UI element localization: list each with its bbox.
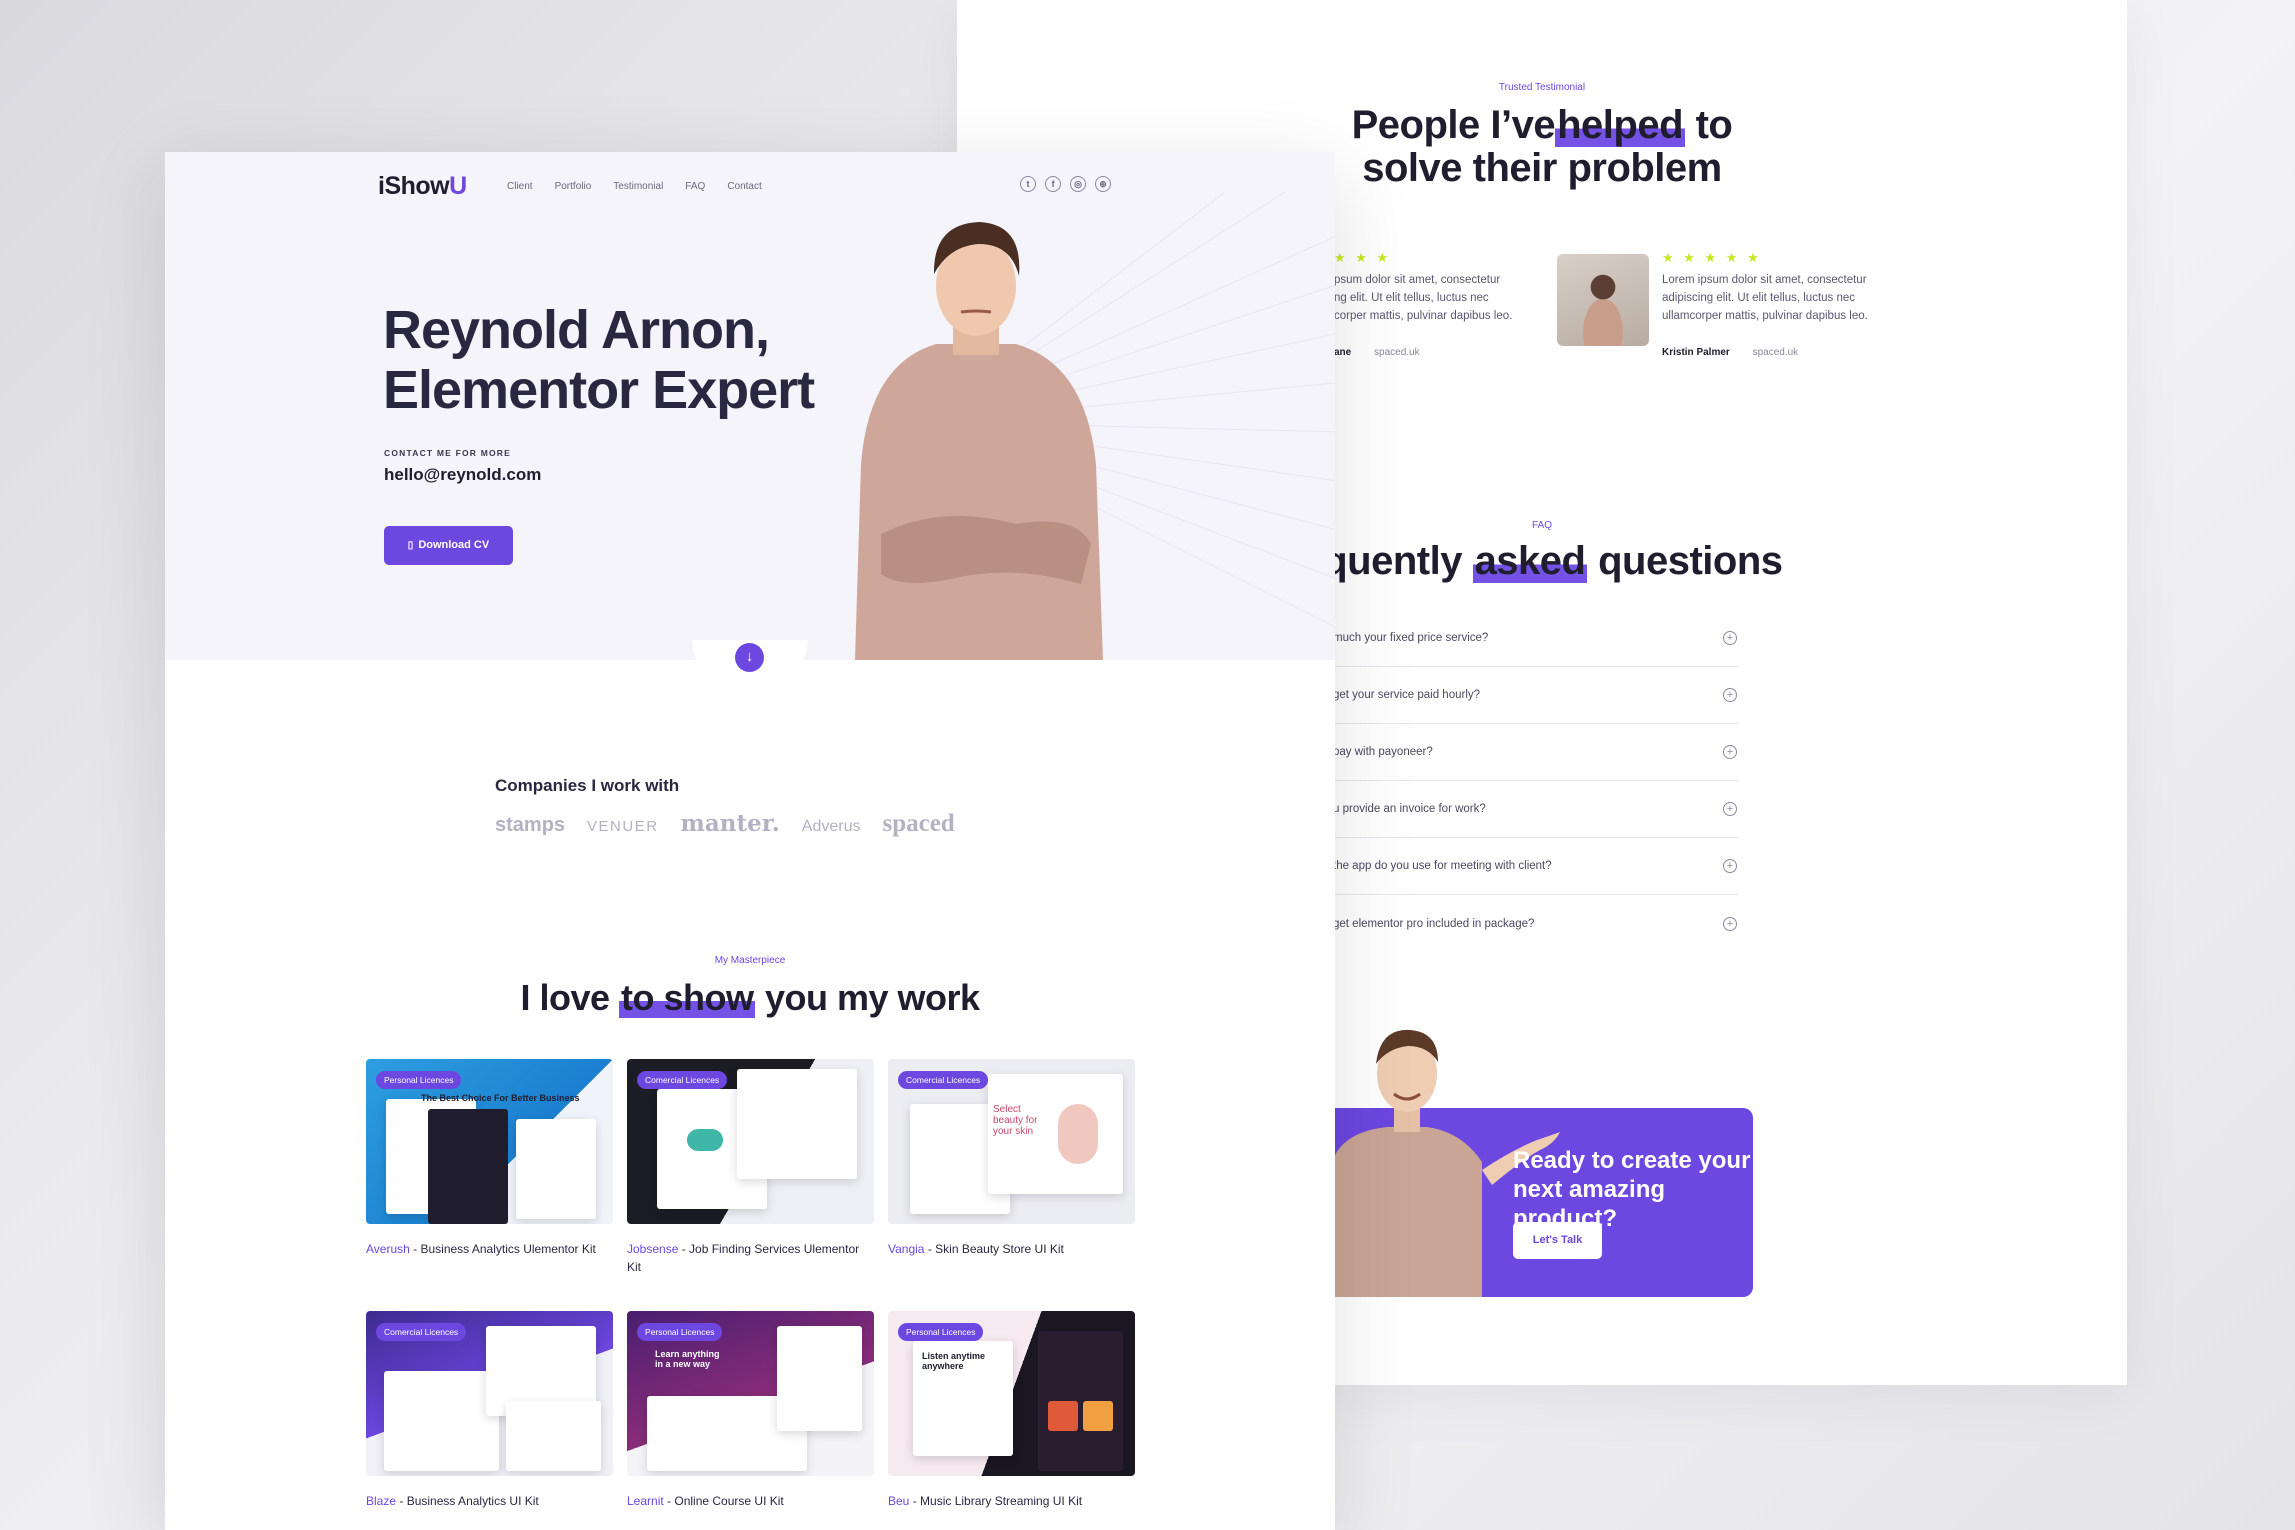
star-rating: ★ ★ ★ ★ ★ [1662,250,1762,265]
cta-title: Ready to create your next amazing produc… [1513,1147,1751,1232]
social-links: t f ◎ ⊕ [1020,176,1111,192]
faq-question: much your fixed price service? [1333,632,1489,644]
portfolio-card[interactable]: Comercial Licences Jobsense - Job Findin… [627,1059,874,1276]
venuer-logo: VENUER [587,818,659,835]
portfolio-thumbnail[interactable]: Comercial Licences [366,1311,613,1476]
testimonial-text: psum dolor sit amet, consectetur ng elit… [1334,274,1513,322]
nav-link-testimonial[interactable]: Testimonial [613,181,663,192]
testimonial-eyebrow: Trusted Testimonial [1498,82,1586,93]
license-badge: Comercial Licences [637,1071,728,1089]
portfolio-thumbnail[interactable]: Comercial Licences [627,1059,874,1224]
portfolio-card[interactable]: Listen anytime anywhere Personal Licence… [888,1311,1135,1510]
thumbnail-headline: Learn anything in a new way [655,1349,720,1369]
front-page: iShowU Client Portfolio Testimonial FAQ … [165,152,1335,1530]
faq-item[interactable]: get your service paid hourly? + [1333,667,1739,724]
site-logo[interactable]: iShowU [378,172,467,201]
testimonial-author: ane [1334,347,1352,359]
portfolio-caption: Learnit - Online Course UI Kit [627,1494,784,1508]
thumbnail-headline: Select beauty for your skin [993,1104,1038,1137]
nav-link-contact[interactable]: Contact [727,181,761,192]
hero-person-photo [855,222,1103,660]
faq-item[interactable]: pay with payoneer? + [1333,724,1739,781]
faq-item[interactable]: the app do you use for meeting with clie… [1333,838,1739,895]
hero-title: Reynold Arnon, Elementor Expert [383,300,815,421]
download-cv-button[interactable]: ▯ Download CV [384,526,513,565]
testimonial-meta: Kristin Palmer spaced.uk [1662,347,1877,358]
file-icon: ▯ [407,540,414,551]
plus-circle-icon[interactable]: + [1723,916,1737,931]
nav-link-client[interactable]: Client [507,181,533,192]
work-title: I love to show you my work [520,977,980,1018]
portfolio-thumbnail[interactable]: Learn anything in a new way Personal Lic… [627,1311,874,1476]
portfolio-card[interactable]: Learn anything in a new way Personal Lic… [627,1311,874,1510]
twitter-icon[interactable]: t [1020,176,1036,192]
nav-link-portfolio[interactable]: Portfolio [555,181,592,192]
faq-question: u provide an invoice for work? [1333,803,1486,815]
portfolio-thumbnail[interactable]: The Best Choice For Better Business Pers… [366,1059,613,1224]
faq-list: much your fixed price service? + get your… [1333,610,1739,952]
testimonial-card: ★ ★ ★ psum dolor sit amet, consectetur n… [1334,250,1514,358]
star-rating: ★ ★ ★ [1334,250,1392,265]
license-badge: Personal Licences [898,1323,984,1341]
contact-email[interactable]: hello@reynold.com [384,465,541,485]
stamps-logo: stamps [495,814,566,836]
license-badge: Comercial Licences [898,1071,989,1089]
portfolio-thumbnail[interactable]: Listen anytime anywhere Personal Licence… [888,1311,1135,1476]
faq-question: pay with payoneer? [1333,746,1433,758]
thumbnail-headline: Listen anytime anywhere [922,1351,986,1371]
faq-question: get your service paid hourly? [1333,689,1481,701]
spaced-logo: spaced [882,810,955,837]
portfolio-card[interactable]: Select beauty for your skin Comercial Li… [888,1059,1135,1258]
instagram-icon[interactable]: ◎ [1070,176,1086,192]
manter-logo: manter. [680,810,780,837]
work-eyebrow: My Masterpiece [714,955,786,966]
adverus-logo: Adverus [801,818,861,835]
faq-question: get elementor pro included in package? [1333,917,1535,930]
faq-item[interactable]: much your fixed price service? + [1333,610,1739,667]
cta-person-illustration [1332,1029,1482,1297]
main-nav: Client Portfolio Testimonial FAQ Contact [507,181,784,192]
license-badge: Personal Licences [376,1071,462,1089]
portfolio-caption: Jobsense - Job Finding Services Ulemento… [627,1242,860,1274]
testimonial-card: ★ ★ ★ ★ ★ Lorem ipsum dolor sit amet, co… [1662,250,1877,358]
license-badge: Personal Licences [637,1323,723,1341]
plus-circle-icon[interactable]: + [1723,859,1737,873]
plus-circle-icon[interactable]: + [1723,745,1737,759]
lets-talk-button[interactable]: Let's Talk [1513,1222,1602,1259]
faq-item[interactable]: get elementor pro included in package? + [1333,895,1739,952]
arrow-down-icon[interactable]: ↓ [735,643,764,672]
testimonial-text: Lorem ipsum dolor sit amet, consectetur … [1662,274,1868,322]
faq-question: the app do you use for meeting with clie… [1333,860,1552,872]
nav-link-faq[interactable]: FAQ [685,181,705,192]
plus-circle-icon[interactable]: + [1723,688,1737,702]
portfolio-caption: Beu - Music Library Streaming UI Kit [888,1494,1083,1508]
testimonial-site: spaced.uk [1752,347,1799,359]
license-badge: Comercial Licences [376,1323,467,1341]
portfolio-caption: Averush - Business Analytics Ulementor K… [366,1242,596,1256]
portfolio-caption: Vangia - Skin Beauty Store UI Kit [888,1242,1064,1256]
testimonial-meta: ane spaced.uk [1334,347,1514,358]
plus-circle-icon[interactable]: + [1723,802,1737,816]
company-logos: stamps VENUER manter. Adverus spaced [495,810,977,838]
hero-section: iShowU Client Portfolio Testimonial FAQ … [165,152,1335,660]
thumbnail-headline: The Best Choice For Better Business [421,1093,580,1103]
testimonial-avatar [1557,254,1649,346]
portfolio-thumbnail[interactable]: Select beauty for your skin Comercial Li… [888,1059,1135,1224]
portfolio-card[interactable]: The Best Choice For Better Business Pers… [366,1059,613,1258]
portfolio-card[interactable]: Comercial Licences Blaze - Business Anal… [366,1311,613,1510]
dribbble-icon[interactable]: ⊕ [1095,176,1111,192]
companies-label: Companies I work with [495,776,680,795]
facebook-icon[interactable]: f [1045,176,1061,192]
testimonial-author: Kristin Palmer [1662,347,1730,359]
portfolio-caption: Blaze - Business Analytics UI Kit [366,1494,539,1508]
plus-circle-icon[interactable]: + [1723,631,1737,645]
testimonial-site: spaced.uk [1374,347,1420,359]
faq-item[interactable]: u provide an invoice for work? + [1333,781,1739,838]
contact-label: CONTACT ME FOR MORE [384,448,511,458]
